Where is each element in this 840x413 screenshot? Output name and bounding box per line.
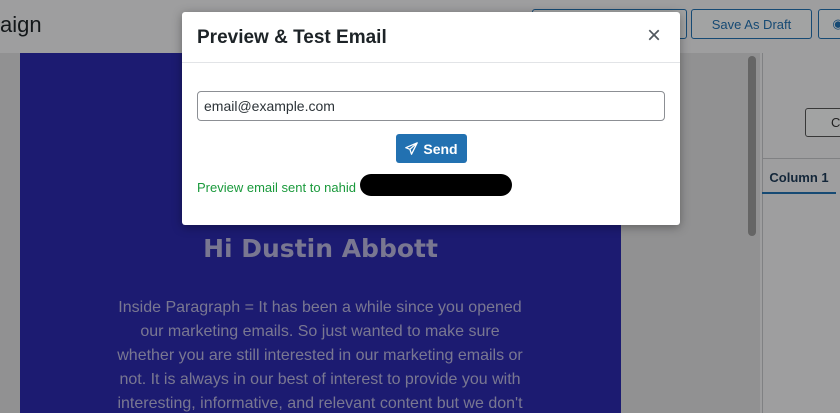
modal-header: Preview & Test Email × <box>182 12 680 63</box>
email-field[interactable] <box>197 91 665 121</box>
send-label: Send <box>423 140 458 157</box>
close-icon[interactable]: × <box>642 24 666 48</box>
redaction-bar <box>360 174 512 196</box>
preview-test-email-modal: Preview & Test Email × Send Preview emai… <box>182 12 680 225</box>
modal-title: Preview & Test Email <box>197 27 387 48</box>
paper-plane-icon <box>405 142 419 155</box>
send-button[interactable]: Send <box>396 134 467 163</box>
status-message: Preview email sent to nahid <box>197 180 356 195</box>
